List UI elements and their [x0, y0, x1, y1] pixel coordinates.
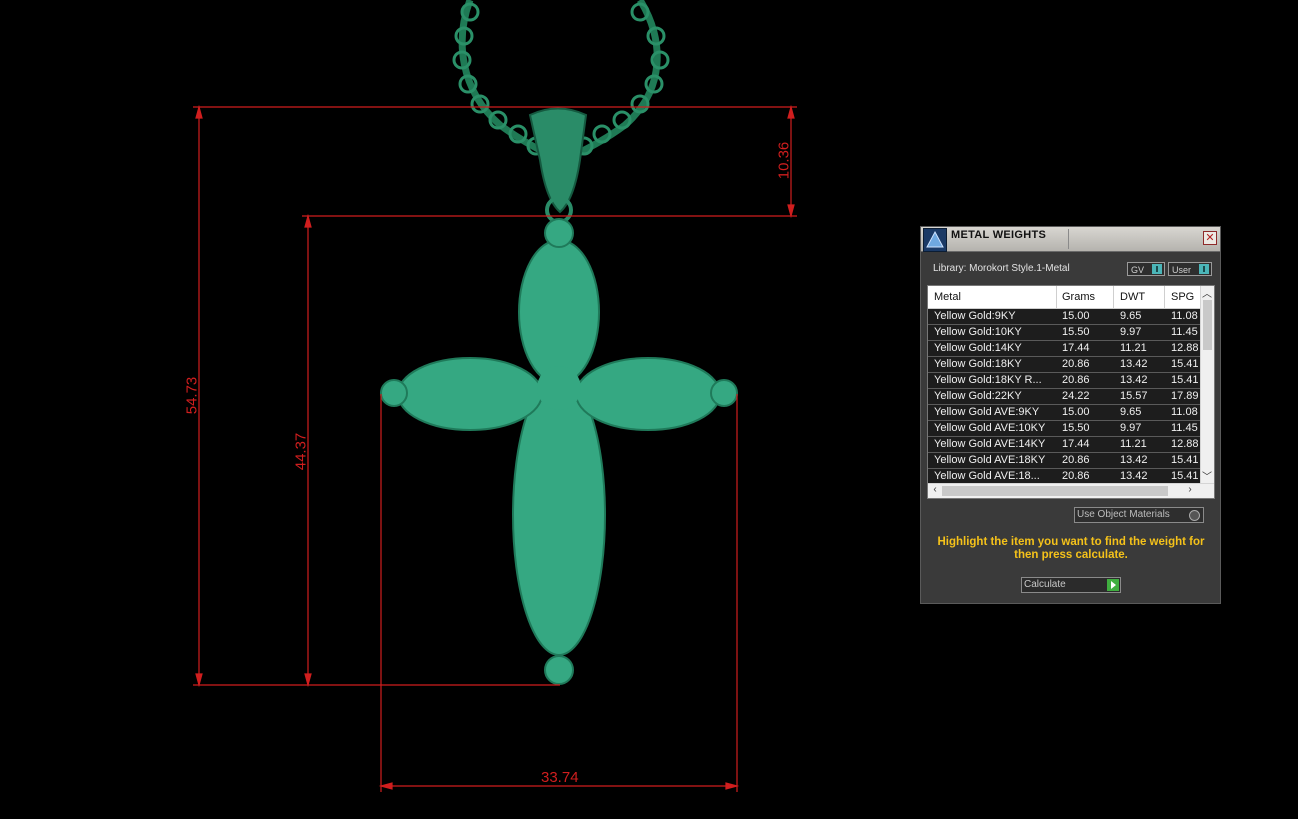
- gv-toggle[interactable]: GV: [1127, 262, 1165, 276]
- table-row[interactable]: Yellow Gold AVE:14KY 17.44 11.21 12.88: [928, 437, 1202, 453]
- cell-metal: Yellow Gold:22KY: [934, 390, 1022, 402]
- panel-titlebar[interactable]: METAL WEIGHTS ✕: [921, 227, 1220, 252]
- cell-dwt: 9.65: [1120, 310, 1142, 322]
- cell-dwt: 9.97: [1120, 326, 1142, 338]
- column-header-grams[interactable]: Grams: [1062, 291, 1095, 303]
- cell-grams: 24.22: [1062, 390, 1090, 402]
- horizontal-scrollbar[interactable]: ‹ ›: [928, 483, 1214, 498]
- table-row[interactable]: Yellow Gold AVE:9KY 15.00 9.65 11.08: [928, 405, 1202, 421]
- column-header-spg[interactable]: SPG: [1171, 291, 1194, 303]
- gv-indicator-icon: [1152, 264, 1162, 274]
- dimension-bail-height: 10.36: [775, 141, 793, 180]
- vertical-scrollbar[interactable]: ︿ ﹀: [1200, 286, 1214, 484]
- cell-dwt: 15.57: [1120, 390, 1148, 402]
- user-indicator-icon: [1199, 264, 1209, 274]
- cell-dwt: 9.65: [1120, 406, 1142, 418]
- cell-dwt: 13.42: [1120, 454, 1148, 466]
- titlebar-divider: [1068, 229, 1069, 249]
- cell-metal: Yellow Gold:9KY: [934, 310, 1016, 322]
- metal-weights-panel: METAL WEIGHTS ✕ Library: Morokort Style.…: [920, 226, 1221, 604]
- cell-metal: Yellow Gold AVE:18KY: [934, 454, 1046, 466]
- cell-dwt: 13.42: [1120, 358, 1148, 370]
- cell-grams: 20.86: [1062, 470, 1090, 482]
- horizontal-scroll-thumb[interactable]: [942, 486, 1168, 496]
- library-label: Library: Morokort Style.1-Metal: [933, 263, 1070, 274]
- cell-grams: 20.86: [1062, 374, 1090, 386]
- cell-metal: Yellow Gold:18KY R...: [934, 374, 1042, 386]
- cell-dwt: 11.21: [1120, 342, 1147, 354]
- user-label: User: [1172, 265, 1192, 275]
- scroll-left-icon[interactable]: ‹: [929, 484, 941, 495]
- cell-dwt: 13.42: [1120, 470, 1148, 482]
- cell-grams: 15.50: [1062, 422, 1090, 434]
- metal-weights-table[interactable]: Metal Grams DWT SPG Yellow Gold:9KY 15.00…: [927, 285, 1215, 499]
- close-icon[interactable]: ✕: [1203, 231, 1217, 245]
- panel-title: METAL WEIGHTS: [951, 229, 1047, 241]
- cell-dwt: 13.42: [1120, 374, 1148, 386]
- cell-grams: 15.00: [1062, 406, 1090, 418]
- table-row[interactable]: Yellow Gold:18KY 20.86 13.42 15.41: [928, 357, 1202, 373]
- cell-grams: 17.44: [1062, 342, 1090, 354]
- user-toggle[interactable]: User: [1168, 262, 1212, 276]
- cell-metal: Yellow Gold:10KY: [934, 326, 1022, 338]
- cell-dwt: 11.21: [1120, 438, 1147, 450]
- use-object-materials-label: Use Object Materials: [1077, 509, 1170, 520]
- cell-metal: Yellow Gold AVE:18...: [934, 470, 1040, 482]
- cell-grams: 15.00: [1062, 310, 1090, 322]
- instruction-text: Highlight the item you want to find the …: [937, 536, 1205, 561]
- scroll-right-icon[interactable]: ›: [1184, 484, 1196, 495]
- scroll-up-icon[interactable]: ︿: [1201, 286, 1213, 300]
- cell-metal: Yellow Gold:14KY: [934, 342, 1022, 354]
- play-arrow-icon: [1107, 579, 1119, 591]
- cell-dwt: 9.97: [1120, 422, 1142, 434]
- table-header: Metal Grams DWT SPG: [928, 286, 1202, 309]
- dimension-cross-height: 44.37: [292, 432, 310, 471]
- cell-grams: 15.50: [1062, 326, 1090, 338]
- dimension-total-height: 54.73: [183, 376, 201, 415]
- table-row[interactable]: Yellow Gold AVE:10KY 15.50 9.97 11.45: [928, 421, 1202, 437]
- use-object-materials-toggle[interactable]: Use Object Materials: [1074, 507, 1204, 523]
- dimension-cross-width: 33.74: [541, 769, 579, 786]
- radio-icon: [1189, 510, 1200, 521]
- cross-pendant: [380, 218, 738, 685]
- table-row[interactable]: Yellow Gold:10KY 15.50 9.97 11.45: [928, 325, 1202, 341]
- table-row[interactable]: Yellow Gold:18KY R... 20.86 13.42 15.41: [928, 373, 1202, 389]
- vertical-scroll-thumb[interactable]: [1203, 300, 1212, 350]
- cell-metal: Yellow Gold AVE:10KY: [934, 422, 1046, 434]
- table-body: Yellow Gold:9KY 15.00 9.65 11.08 Yellow Gold…: [928, 309, 1202, 485]
- calculate-button[interactable]: Calculate: [1021, 577, 1121, 593]
- gv-label: GV: [1131, 265, 1145, 275]
- table-row[interactable]: Yellow Gold AVE:18KY 20.86 13.42 15.41: [928, 453, 1202, 469]
- app-logo-icon: [923, 228, 947, 252]
- calculate-label: Calculate: [1024, 579, 1066, 590]
- cell-grams: 17.44: [1062, 438, 1090, 450]
- column-header-metal[interactable]: Metal: [934, 291, 961, 303]
- cell-metal: Yellow Gold AVE:14KY: [934, 438, 1046, 450]
- cell-metal: Yellow Gold AVE:9KY: [934, 406, 1040, 418]
- table-row[interactable]: Yellow Gold:14KY 17.44 11.21 12.88: [928, 341, 1202, 357]
- cell-grams: 20.86: [1062, 358, 1090, 370]
- table-row[interactable]: Yellow Gold:9KY 15.00 9.65 11.08: [928, 309, 1202, 325]
- scroll-down-icon[interactable]: ﹀: [1201, 468, 1213, 483]
- column-header-dwt[interactable]: DWT: [1120, 291, 1145, 303]
- cell-grams: 20.86: [1062, 454, 1090, 466]
- cell-metal: Yellow Gold:18KY: [934, 358, 1022, 370]
- table-row[interactable]: Yellow Gold:22KY 24.22 15.57 17.89: [928, 389, 1202, 405]
- dimension-lines: [193, 104, 797, 792]
